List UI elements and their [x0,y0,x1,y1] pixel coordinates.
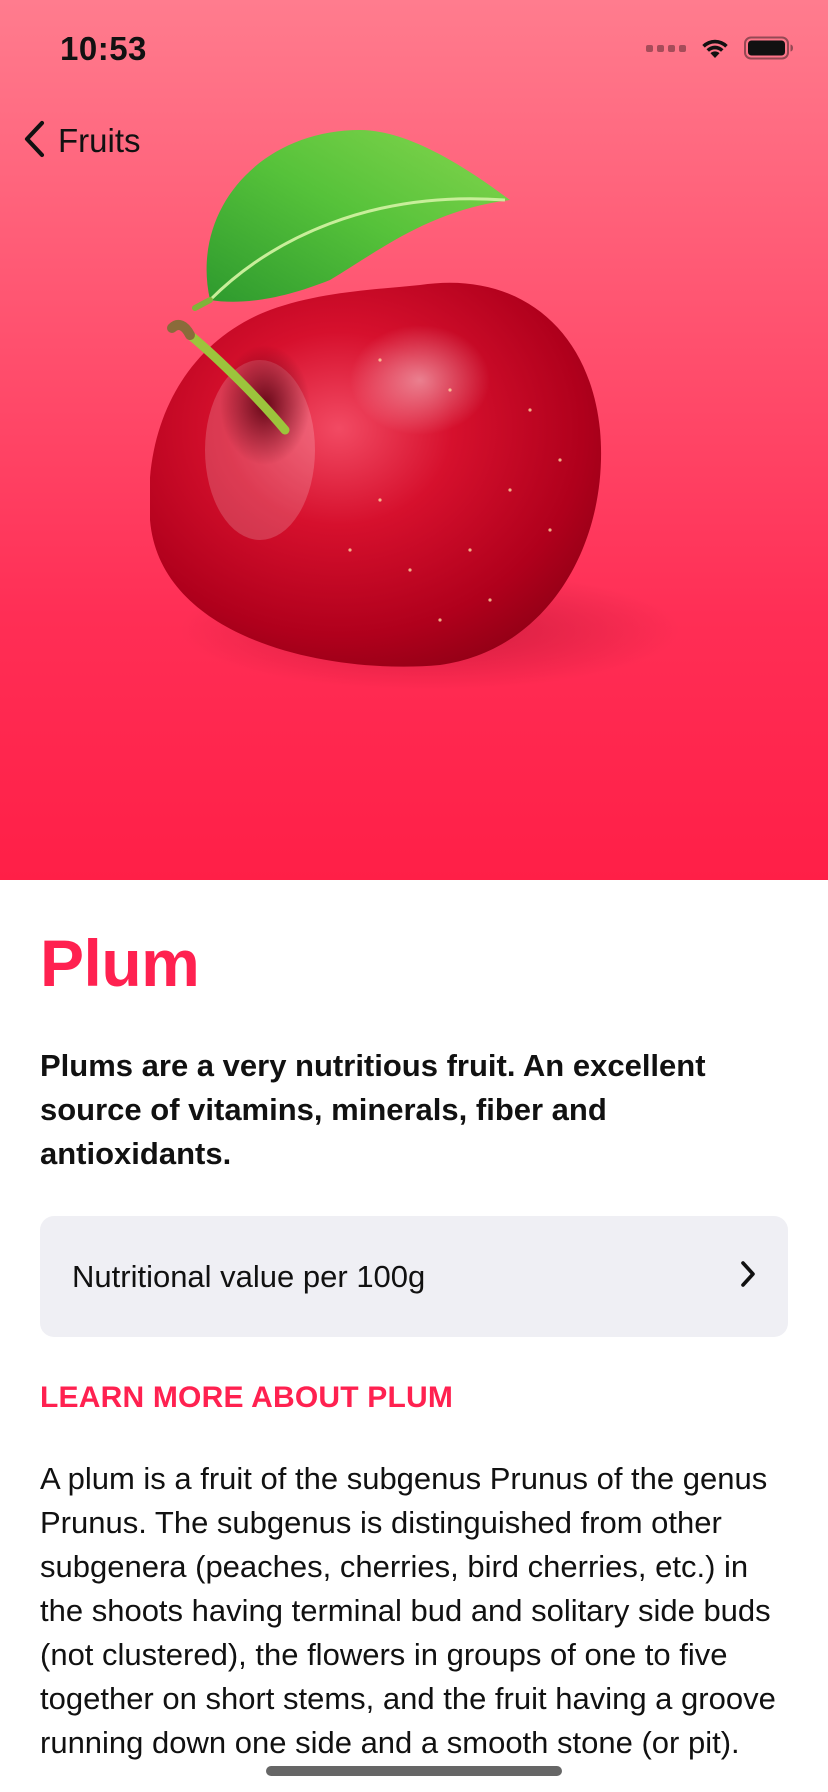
battery-icon [744,36,794,60]
nutrition-row-label: Nutritional value per 100g [72,1258,426,1294]
hero-header: 10:53 Fruits [0,0,828,880]
page-title: Plum [40,926,200,1000]
fruit-headline: Plums are a very nutritious fruit. An ex… [40,1048,706,1171]
chevron-right-icon [738,1259,758,1294]
home-indicator[interactable] [266,1766,562,1776]
fruit-description: A plum is a fruit of the subgenus Prunus… [40,1461,776,1760]
section-header: LEARN MORE ABOUT PLUM [40,1381,454,1414]
plum-image [150,130,680,690]
status-icons [646,36,794,60]
status-bar: 10:53 [0,0,828,100]
nutrition-row[interactable]: Nutritional value per 100g [40,1216,788,1337]
fruit-detail-screen: 10:53 Fruits Plum Plums are a very nutri… [0,0,828,1792]
wifi-icon [700,36,730,60]
back-button-label: Fruits [58,122,141,159]
status-time: 10:53 [60,30,147,67]
cellular-signal-icon [646,44,686,52]
back-button[interactable]: Fruits [22,118,141,164]
chevron-left-icon [22,119,48,164]
content: Plum Plums are a very nutritious fruit. … [40,880,788,1765]
